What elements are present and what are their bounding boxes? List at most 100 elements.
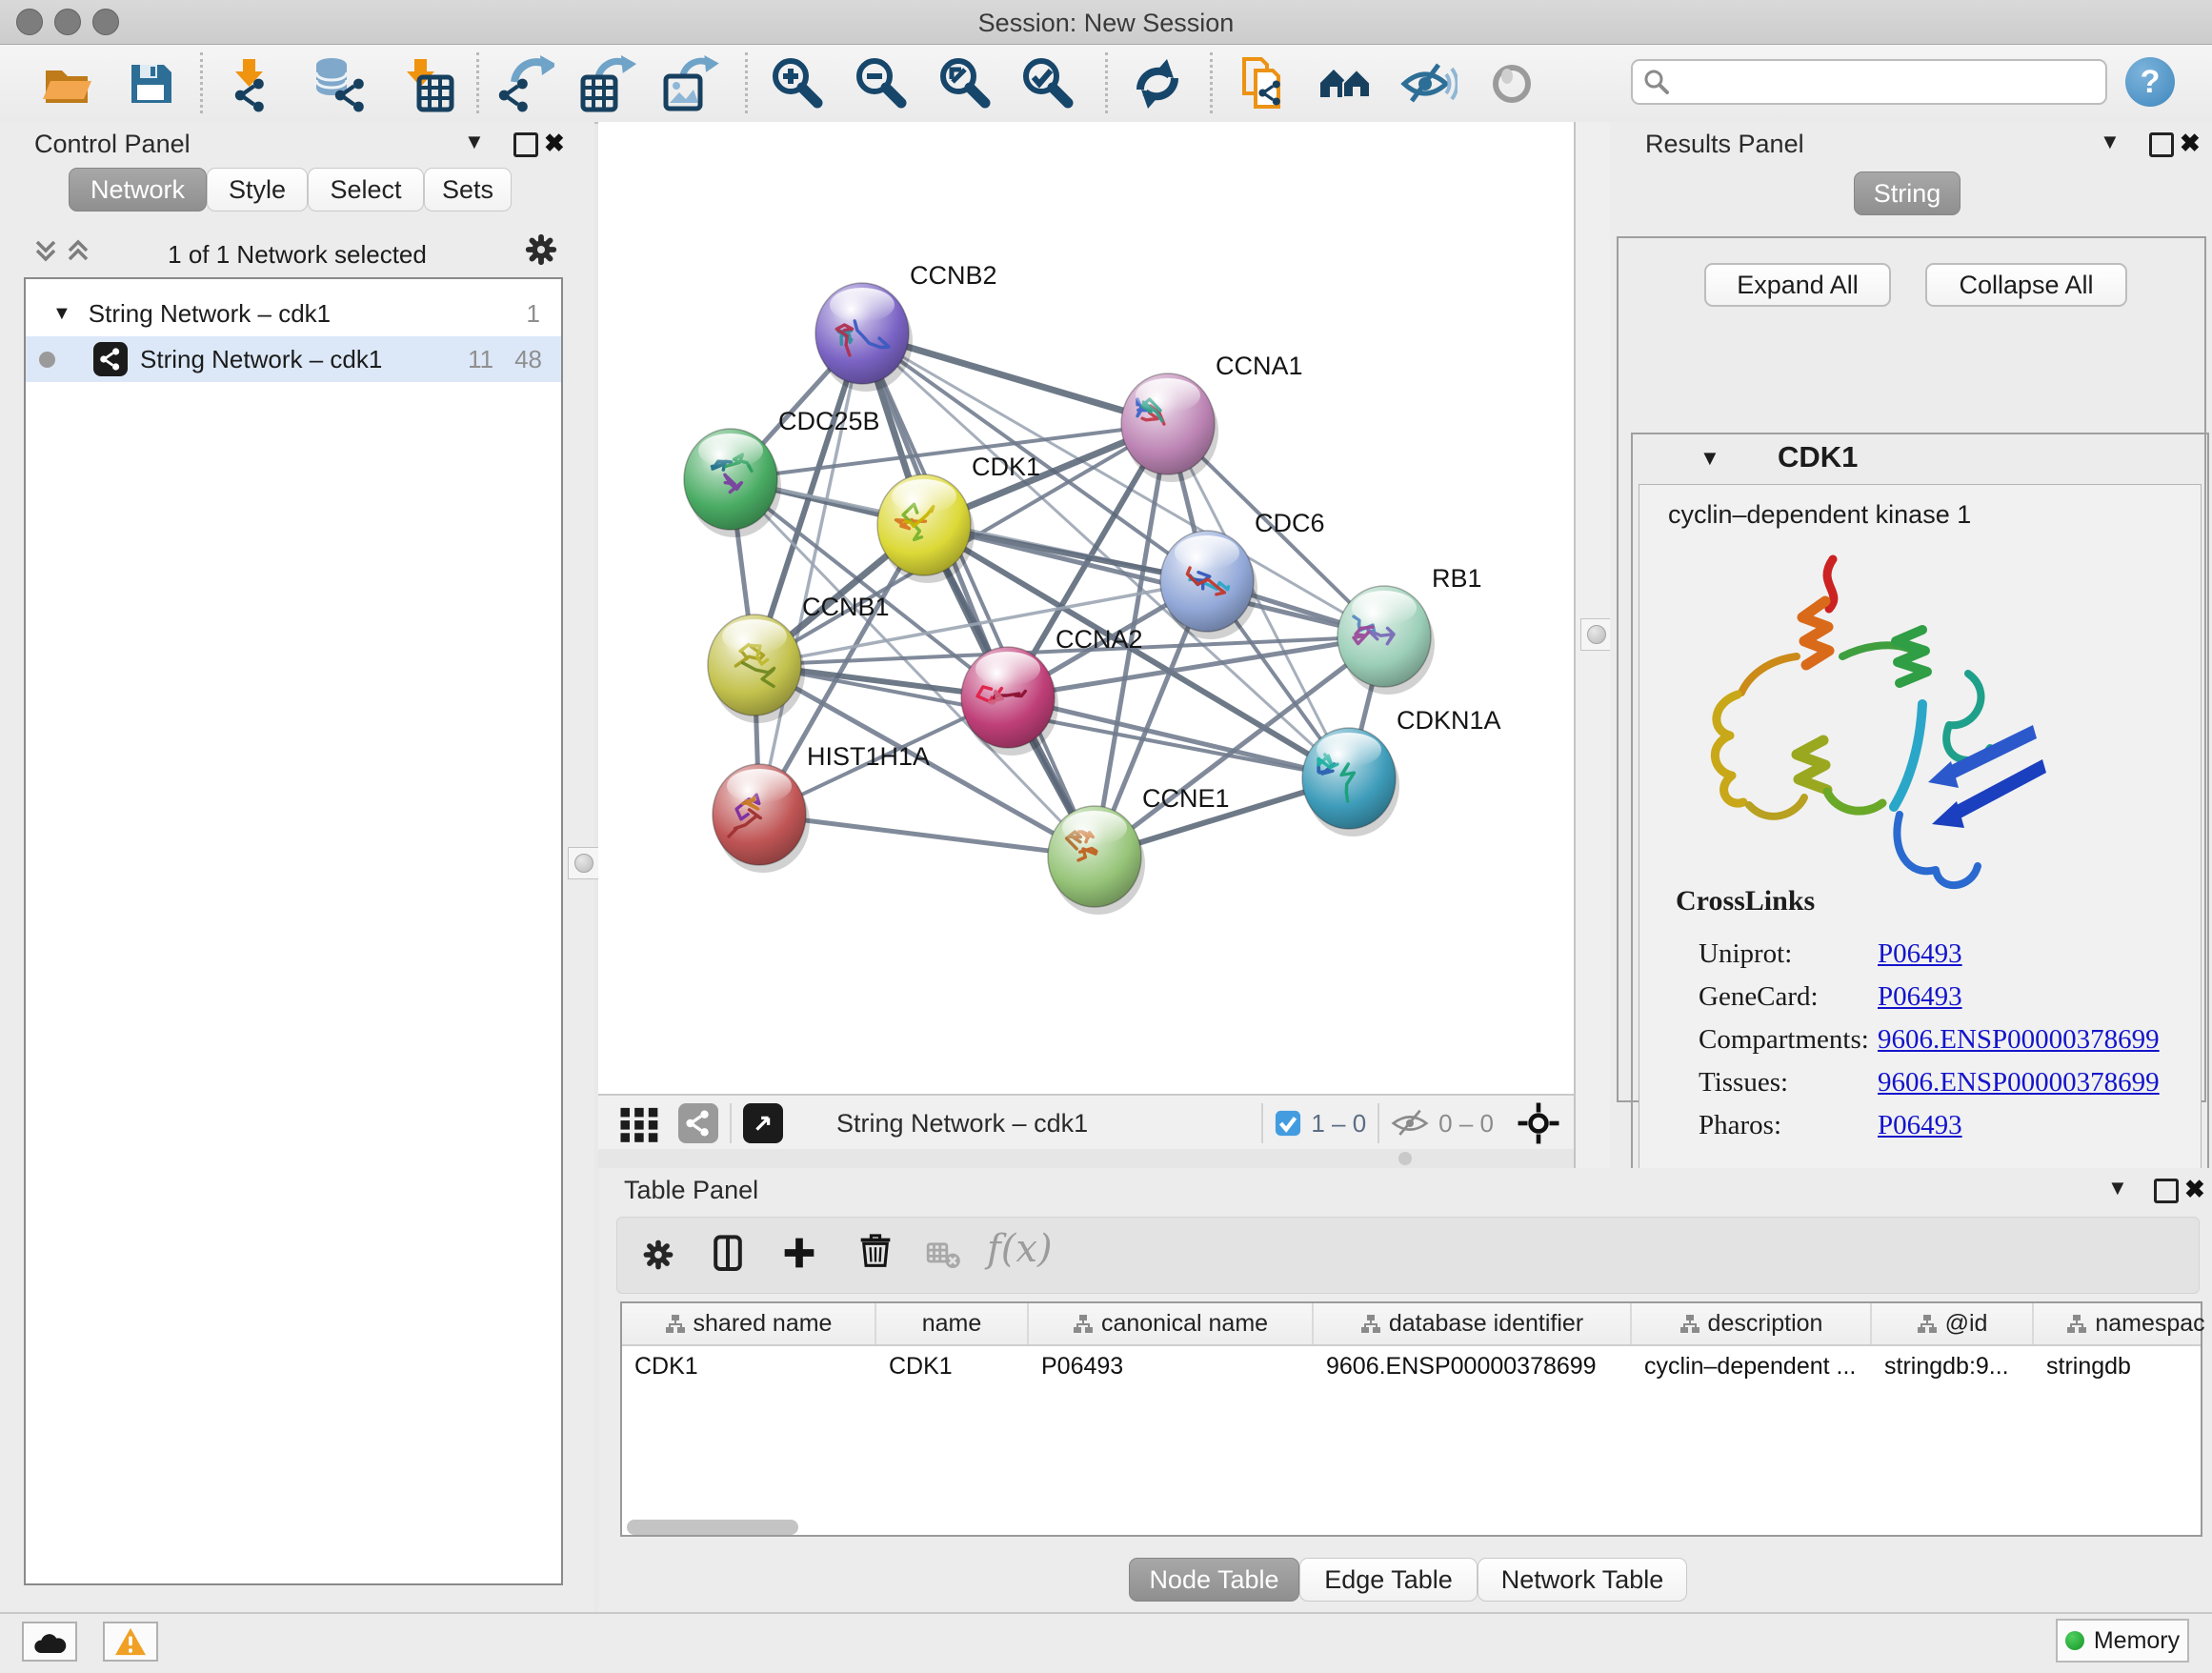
main-toolbar: ? bbox=[0, 45, 2212, 124]
horizontal-scrollbar[interactable] bbox=[627, 1520, 798, 1535]
network-collection-row[interactable]: ▼ String Network – cdk1 1 bbox=[26, 291, 561, 336]
network-node-RB1[interactable]: RB1 bbox=[1337, 564, 1482, 695]
search-input[interactable] bbox=[1631, 59, 2107, 105]
refresh-layout-icon[interactable] bbox=[1129, 55, 1186, 112]
home-pages-icon[interactable] bbox=[1317, 55, 1375, 112]
section-collapse-icon[interactable]: ▼ bbox=[1699, 446, 1720, 471]
splitter-grip[interactable] bbox=[1398, 1152, 1412, 1165]
right-splitter-handle[interactable] bbox=[1580, 618, 1613, 651]
grid-view-icon[interactable] bbox=[619, 1102, 661, 1144]
zoom-in-icon[interactable] bbox=[770, 55, 827, 112]
crosslink-value-link[interactable]: P06493 bbox=[1878, 981, 1962, 1013]
import-network-database-icon[interactable] bbox=[311, 55, 368, 112]
network-node-HIST1H1A[interactable]: HIST1H1A bbox=[713, 742, 930, 873]
crosslink-value-link[interactable]: P06493 bbox=[1878, 1110, 1962, 1141]
control-panel-float-icon[interactable]: ▼ bbox=[464, 130, 485, 154]
network-row-selected[interactable]: String Network – cdk1 11 48 bbox=[26, 336, 561, 382]
left-splitter-handle[interactable] bbox=[568, 847, 600, 879]
tab-network-table[interactable]: Network Table bbox=[1478, 1558, 1687, 1602]
network-node-CDK1[interactable]: CDK1 bbox=[877, 453, 1040, 583]
column-header-shared-name[interactable]: shared name bbox=[622, 1303, 876, 1344]
hidden-eye-icon[interactable] bbox=[1391, 1104, 1429, 1142]
selected-checkbox-icon[interactable] bbox=[1275, 1110, 1301, 1137]
import-table-icon[interactable] bbox=[397, 55, 454, 112]
function-builder-icon-disabled: f(x) bbox=[987, 1227, 1053, 1271]
results-panel-close-icon[interactable]: ✖ bbox=[2180, 129, 2201, 158]
network-from-selection-icon[interactable] bbox=[1233, 55, 1290, 112]
control-panel-maximize-icon[interactable] bbox=[513, 132, 538, 157]
help-button[interactable]: ? bbox=[2125, 57, 2175, 107]
tab-edge-table[interactable]: Edge Table bbox=[1299, 1558, 1478, 1602]
network-canvas[interactable]: CCNB2CCNA1CDC25BCDK1CDC6RB1CCNB1CCNA2CDK… bbox=[598, 122, 1574, 1094]
node-label-CCNE1: CCNE1 bbox=[1142, 784, 1230, 813]
crosslink-value-link[interactable]: P06493 bbox=[1878, 938, 1962, 970]
zoom-selected-icon[interactable] bbox=[1020, 55, 1077, 112]
delete-column-trash-icon[interactable] bbox=[854, 1229, 897, 1273]
expand-all-button[interactable]: Expand All bbox=[1704, 263, 1891, 307]
collapse-all-button[interactable]: Collapse All bbox=[1925, 263, 2127, 307]
network-node-count: 11 bbox=[468, 345, 493, 374]
horizontal-splitter[interactable] bbox=[598, 1149, 1574, 1168]
shared-column-icon bbox=[1360, 1314, 1381, 1335]
memory-button[interactable]: Memory bbox=[2056, 1619, 2189, 1663]
shared-column-icon bbox=[1073, 1314, 1094, 1335]
column-header-canonical-name[interactable]: canonical name bbox=[1029, 1303, 1314, 1344]
tree-expander-icon[interactable]: ▼ bbox=[52, 303, 71, 325]
column-header-description[interactable]: description bbox=[1632, 1303, 1872, 1344]
import-network-file-icon[interactable] bbox=[230, 55, 287, 112]
export-network-icon[interactable] bbox=[497, 55, 554, 112]
cell-database-identifier[interactable]: 9606.ENSP00000378699 bbox=[1314, 1346, 1632, 1387]
crosslink-value-link[interactable]: 9606.ENSP00000378699 bbox=[1878, 1067, 2160, 1099]
export-image-icon[interactable] bbox=[662, 55, 719, 112]
fit-selected-crosshair-icon[interactable] bbox=[1517, 1101, 1560, 1145]
cell-shared-name[interactable]: CDK1 bbox=[622, 1346, 876, 1387]
column-header-database-identifier[interactable]: database identifier bbox=[1314, 1303, 1632, 1344]
warning-button[interactable] bbox=[103, 1622, 158, 1662]
warning-icon bbox=[113, 1626, 148, 1657]
save-session-icon[interactable] bbox=[122, 55, 179, 112]
table-row[interactable]: CDK1CDK1P064939606.ENSP00000378699cyclin… bbox=[622, 1346, 2201, 1387]
zoom-out-icon[interactable] bbox=[854, 55, 911, 112]
column-header-name[interactable]: name bbox=[876, 1303, 1029, 1344]
crosslink-value-link[interactable]: 9606.ENSP00000378699 bbox=[1878, 1024, 2160, 1056]
tab-node-table[interactable]: Node Table bbox=[1129, 1558, 1299, 1602]
table-panel-maximize-icon[interactable] bbox=[2154, 1179, 2179, 1203]
cell-description[interactable]: cyclin–dependent ... bbox=[1632, 1346, 1872, 1387]
network-node-CCNA1[interactable]: CCNA1 bbox=[1121, 352, 1303, 482]
show-columns-icon[interactable] bbox=[705, 1231, 751, 1277]
table-panel-float-icon[interactable]: ▼ bbox=[2107, 1176, 2128, 1200]
string-results-container: Expand All Collapse All ▼ CDK1 cyclin–de… bbox=[1617, 236, 2206, 1102]
tab-string[interactable]: String bbox=[1854, 171, 1961, 215]
show-all-eye-icon[interactable] bbox=[1483, 55, 1540, 112]
network-options-gear-icon[interactable] bbox=[520, 229, 562, 271]
control-panel-close-icon[interactable]: ✖ bbox=[544, 129, 565, 158]
export-table-icon[interactable] bbox=[579, 55, 636, 112]
results-panel-float-icon[interactable]: ▼ bbox=[2100, 130, 2121, 154]
open-session-icon[interactable] bbox=[38, 55, 95, 112]
tab-select[interactable]: Select bbox=[308, 168, 424, 212]
tab-network[interactable]: Network bbox=[69, 168, 207, 212]
birdseye-view-icon[interactable] bbox=[743, 1103, 783, 1143]
network-view-share-icon[interactable] bbox=[678, 1103, 718, 1143]
network-edge-CCNB2-CCNE1[interactable] bbox=[862, 333, 1095, 857]
tab-sets[interactable]: Sets bbox=[424, 168, 512, 212]
add-column-icon[interactable] bbox=[777, 1231, 821, 1275]
cell-canonical-name[interactable]: P06493 bbox=[1029, 1346, 1314, 1387]
cell-namespac[interactable]: stringdb bbox=[2034, 1346, 2212, 1387]
network-node-CCNE1[interactable]: CCNE1 bbox=[1048, 784, 1230, 915]
cell-@id[interactable]: stringdb:9... bbox=[1872, 1346, 2034, 1387]
column-header-@id[interactable]: @id bbox=[1872, 1303, 2034, 1344]
tab-style[interactable]: Style bbox=[207, 168, 308, 212]
network-node-CDKN1A[interactable]: CDKN1A bbox=[1302, 706, 1501, 836]
zoom-fit-icon[interactable] bbox=[937, 55, 995, 112]
results-panel-maximize-icon[interactable] bbox=[2149, 132, 2174, 157]
cloud-button[interactable] bbox=[22, 1622, 77, 1662]
network-node-CDC6[interactable]: CDC6 bbox=[1160, 509, 1325, 639]
table-options-gear-icon[interactable] bbox=[638, 1235, 678, 1275]
network-node-CCNB1[interactable]: CCNB1 bbox=[708, 593, 890, 723]
table-panel-close-icon[interactable]: ✖ bbox=[2184, 1175, 2205, 1204]
shared-column-icon bbox=[1679, 1314, 1700, 1335]
hide-selected-eye-icon[interactable] bbox=[1400, 55, 1458, 112]
cell-name[interactable]: CDK1 bbox=[876, 1346, 1029, 1387]
column-header-namespac[interactable]: namespac bbox=[2034, 1303, 2212, 1344]
